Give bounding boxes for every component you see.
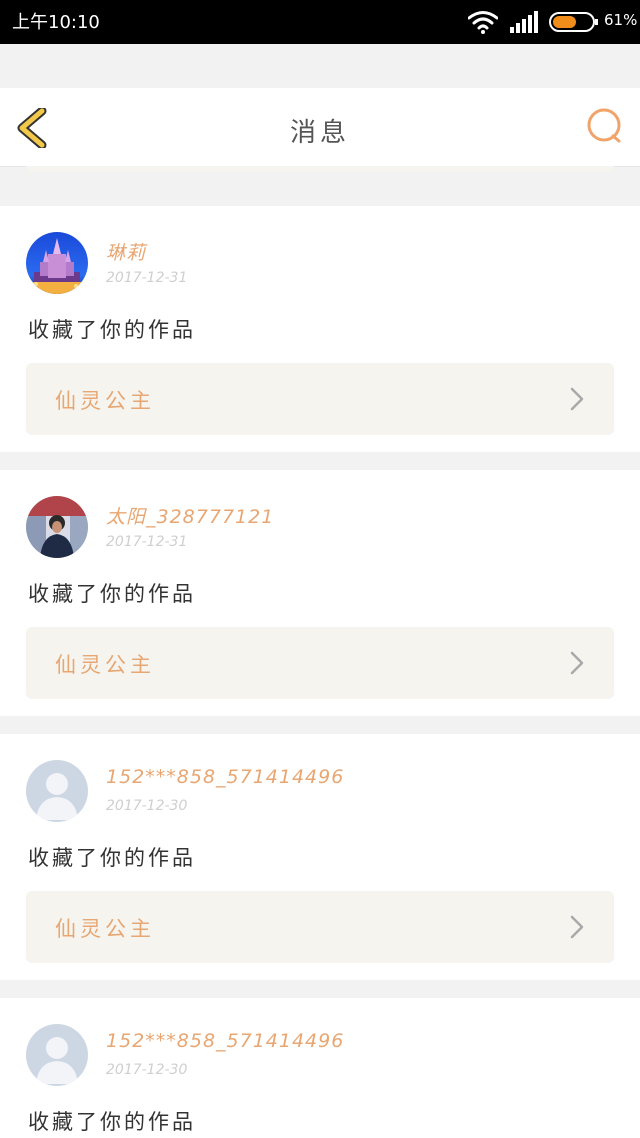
message-card: 太阳_328777121 2017-12-31 收藏了你的作品 仙灵公主 [0, 470, 640, 716]
work-title: 仙灵公主 [55, 653, 155, 677]
title-bar: 消息 [0, 88, 640, 167]
signal-icon [510, 11, 538, 33]
timestamp: 2017-12-31 [106, 270, 188, 286]
chevron-right-icon [570, 387, 584, 411]
battery-icon [549, 12, 598, 32]
work-link[interactable]: 仙灵公主 [26, 363, 614, 435]
work-title: 仙灵公主 [55, 389, 155, 413]
timestamp: 2017-12-30 [106, 1062, 188, 1078]
message-card: 琳莉 2017-12-31 收藏了你的作品 仙灵公主 [0, 206, 640, 452]
chevron-right-icon [570, 651, 584, 675]
page-title: 消息 [289, 118, 350, 148]
action-text: 收藏了你的作品 [28, 846, 196, 870]
battery-percent: 61% [604, 11, 638, 29]
previous-card-edge [26, 166, 614, 172]
username[interactable]: 152***858_571414496 [106, 766, 344, 788]
status-bar: 上午10:10 61% [0, 0, 640, 44]
wifi-icon [468, 11, 498, 34]
work-link[interactable]: 仙灵公主 [26, 891, 614, 963]
work-link[interactable]: 仙灵公主 [26, 627, 614, 699]
default-user-avatar[interactable] [26, 760, 88, 822]
work-title: 仙灵公主 [55, 917, 155, 941]
person-photo-avatar[interactable] [26, 496, 88, 558]
action-text: 收藏了你的作品 [28, 318, 196, 342]
action-text: 收藏了你的作品 [28, 1110, 196, 1134]
action-text: 收藏了你的作品 [28, 582, 196, 606]
message-card: 152***858_571414496 2017-12-30 收藏了你的作品 [0, 998, 640, 1138]
default-user-avatar[interactable] [26, 1024, 88, 1086]
username[interactable]: 琳莉 [106, 238, 146, 265]
timestamp: 2017-12-30 [106, 798, 188, 814]
username[interactable]: 太阳_328777121 [106, 502, 274, 529]
chevron-right-icon [570, 915, 584, 939]
timestamp: 2017-12-31 [106, 534, 188, 550]
status-time: 上午10:10 [12, 12, 100, 33]
search-icon[interactable] [584, 106, 624, 146]
username[interactable]: 152***858_571414496 [106, 1030, 344, 1052]
message-card: 152***858_571414496 2017-12-30 收藏了你的作品 仙… [0, 734, 640, 980]
castle-photo-avatar[interactable] [26, 232, 88, 294]
